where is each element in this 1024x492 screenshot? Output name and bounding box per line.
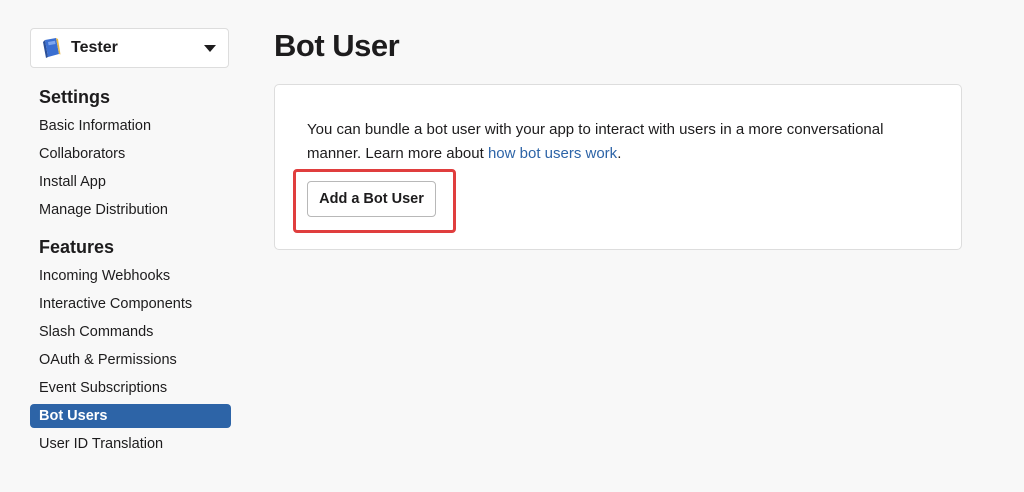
add-bot-user-button[interactable]: Add a Bot User: [307, 181, 436, 217]
sidebar-item-interactive-components[interactable]: Interactive Components: [30, 292, 231, 316]
sidebar-item-bot-users[interactable]: Bot Users: [30, 404, 231, 428]
blue-book-icon: [41, 37, 61, 59]
bot-users-docs-link[interactable]: how bot users work: [488, 145, 617, 162]
sidebar-item-incoming-webhooks[interactable]: Incoming Webhooks: [30, 264, 231, 288]
app-name: Tester: [71, 39, 118, 56]
sidebar-item-install-app[interactable]: Install App: [30, 170, 231, 194]
description-end: .: [617, 145, 622, 162]
sidebar-item-event-subscriptions[interactable]: Event Subscriptions: [30, 376, 231, 400]
bot-user-description: You can bundle a bot user with your app …: [307, 118, 937, 166]
settings-heading: Settings: [39, 87, 111, 107]
sidebar-item-oauth-permissions[interactable]: OAuth & Permissions: [30, 348, 231, 372]
sidebar-item-basic-information[interactable]: Basic Information: [30, 114, 231, 138]
sidebar-item-slash-commands[interactable]: Slash Commands: [30, 320, 231, 344]
chevron-down-icon: [204, 44, 216, 52]
sidebar-nav: Settings Basic Information Collaborators…: [30, 80, 231, 460]
sidebar-item-collaborators[interactable]: Collaborators: [30, 142, 231, 166]
features-heading: Features: [39, 237, 115, 257]
sidebar-item-manage-distribution[interactable]: Manage Distribution: [30, 198, 231, 222]
page-title: Bot User: [274, 28, 400, 63]
bot-user-card: You can bundle a bot user with your app …: [274, 84, 962, 250]
app-selector[interactable]: Tester: [30, 28, 229, 68]
sidebar-item-user-id-translation[interactable]: User ID Translation: [30, 432, 231, 456]
